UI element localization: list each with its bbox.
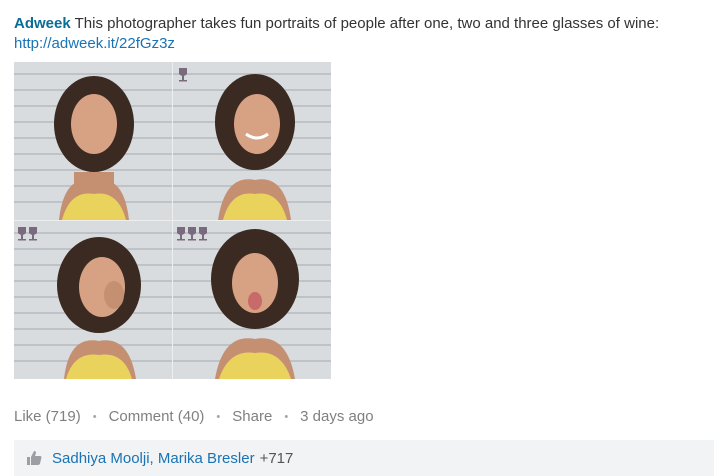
comment-button[interactable]: Comment (40) — [109, 408, 205, 425]
photo-grid[interactable] — [14, 62, 331, 379]
post-url-link[interactable]: http://adweek.it/22fGz3z — [14, 34, 175, 54]
like-button[interactable]: Like (719) — [14, 408, 81, 425]
share-button[interactable]: Share — [232, 408, 272, 425]
portrait-photo-3-glasses[interactable] — [173, 221, 331, 379]
thumbs-up-icon — [26, 450, 42, 466]
likes-summary-bar: Sadhiya Moolji, Marika Bresler +717 — [14, 440, 714, 476]
separator-dot: • — [92, 410, 97, 423]
portrait-photo-2-glasses[interactable] — [14, 221, 172, 379]
post-actions-bar: Like (719) • Comment (40) • Share • 3 da… — [14, 408, 374, 425]
separator-dot: • — [284, 410, 289, 423]
portrait-photo-0-glasses[interactable] — [14, 62, 172, 220]
post-timestamp: 3 days ago — [300, 408, 374, 425]
post-author-link[interactable]: Adweek — [14, 15, 71, 32]
portrait-photo-1-glass[interactable] — [173, 62, 331, 220]
post-text: Adweek This photographer takes fun portr… — [14, 14, 704, 54]
likers-names-link[interactable]: Sadhiya Moolji, Marika Bresler — [52, 450, 255, 467]
post-body-text: This photographer takes fun portraits of… — [74, 15, 660, 32]
separator-dot: • — [216, 410, 221, 423]
likers-more-count[interactable]: +717 — [260, 450, 294, 467]
